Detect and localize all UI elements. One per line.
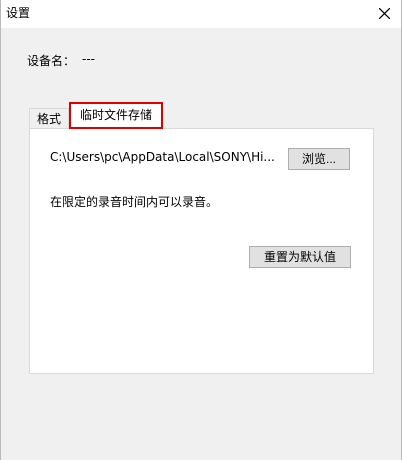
- browse-button[interactable]: 浏览...: [288, 148, 350, 170]
- device-name-label: 设备名：: [27, 54, 76, 68]
- close-icon: [379, 8, 390, 19]
- close-button[interactable]: [367, 0, 401, 28]
- settings-window: 设置 设备名： --- 格式 临时文件存储 C:\Users\pc\AppDat…: [0, 0, 402, 460]
- reset-default-button[interactable]: 重置为默认值: [249, 246, 351, 268]
- storage-path-text: C:\Users\pc\AppData\Local\SONY\Hi...: [50, 150, 275, 164]
- recording-info-text: 在限定的录音时间内可以录音。: [50, 195, 219, 209]
- title-bar[interactable]: 设置: [1, 0, 401, 28]
- tab-temp-file-storage[interactable]: 临时文件存储: [69, 102, 163, 129]
- tab-format[interactable]: 格式: [29, 108, 69, 130]
- device-name-value: ---: [82, 52, 95, 66]
- window-title: 设置: [6, 6, 31, 20]
